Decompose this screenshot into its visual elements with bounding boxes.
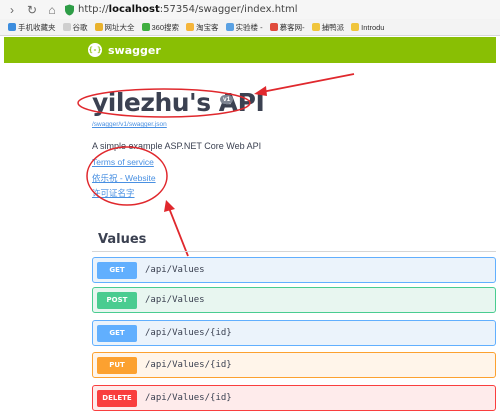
- page-title: yilezhu's API: [92, 88, 265, 117]
- operation-get-row[interactable]: GET/api/Values/{id}: [92, 320, 496, 346]
- swagger-topbar: {-} swagger: [4, 37, 496, 63]
- forward-icon[interactable]: ›: [4, 2, 20, 18]
- method-badge: DELETE: [97, 389, 137, 407]
- bookmark-icon: [8, 23, 16, 31]
- url-text: http://localhost:57354/swagger/index.htm…: [78, 4, 297, 15]
- operation-put-row[interactable]: PUT/api/Values/{id}: [92, 352, 496, 378]
- bookmark-item[interactable]: Introdu: [351, 23, 384, 32]
- home-icon[interactable]: ⌂: [44, 2, 60, 18]
- operation-path: /api/Values: [145, 265, 205, 275]
- reload-icon[interactable]: ↻: [24, 2, 40, 18]
- url-rest: :57354/swagger/index.html: [159, 4, 298, 15]
- bookmark-item[interactable]: 淘宝客: [186, 22, 219, 33]
- bookmark-item[interactable]: 捕鸭派: [311, 22, 345, 33]
- url-host: localhost: [108, 4, 160, 15]
- tag-section-title[interactable]: Values: [98, 232, 146, 247]
- api-description: A simple example ASP.NET Core Web API: [92, 141, 262, 151]
- swagger-logo-icon: {-}: [88, 43, 102, 57]
- bookmark-icon: [311, 23, 320, 31]
- bookmark-label: 实验楼 -: [235, 22, 263, 32]
- bookmark-icon: [141, 23, 150, 31]
- bookmark-item[interactable]: 慕客网-: [269, 22, 305, 33]
- operation-path: /api/Values/{id}: [145, 393, 232, 403]
- operation-post-row[interactable]: POST/api/Values: [92, 287, 496, 313]
- bookmark-icon: [269, 23, 278, 31]
- bookmark-icon: [94, 23, 103, 31]
- bookmark-item[interactable]: 实验楼 -: [225, 22, 263, 33]
- terms-of-service-link[interactable]: Terms of service: [92, 157, 154, 167]
- license-link[interactable]: 许可证名字: [92, 187, 135, 199]
- bookmark-item[interactable]: 手机收藏夹: [8, 22, 56, 33]
- version-badge: v1: [220, 95, 234, 104]
- bookmark-label: 手机收藏夹: [18, 22, 56, 32]
- bookmark-icon: [186, 23, 195, 31]
- bookmark-label: 360搜索: [151, 22, 180, 32]
- section-divider: [92, 251, 496, 252]
- title-annotation-arrow: [261, 73, 355, 93]
- address-bar[interactable]: http://localhost:57354/swagger/index.htm…: [64, 1, 297, 18]
- method-badge: GET: [97, 261, 137, 279]
- spec-url-link[interactable]: /swagger/v1/swagger.json: [92, 121, 167, 128]
- operation-path: /api/Values/{id}: [145, 360, 232, 370]
- bookmark-label: 淘宝客: [196, 22, 219, 32]
- links-arrowhead: [164, 200, 175, 212]
- bookmark-label: 谷歌: [72, 22, 88, 32]
- operation-delete-row[interactable]: DELETE/api/Values/{id}: [92, 385, 496, 411]
- operation-path: /api/Values/{id}: [145, 328, 232, 338]
- bookmark-label: 捕鸭派: [321, 22, 345, 32]
- swagger-brand[interactable]: swagger: [108, 44, 161, 57]
- operation-get-row[interactable]: GET/api/Values: [92, 257, 496, 283]
- browser-toolbar: › ↻ ⌂ http://localhost:57354/swagger/ind…: [0, 0, 500, 19]
- bookmark-label: 网址大全: [104, 22, 135, 32]
- bookmark-label: Introdu: [361, 22, 385, 32]
- bookmark-icon: [351, 23, 360, 31]
- bookmark-icon: [62, 23, 71, 31]
- bookmark-label: 慕客网-: [279, 22, 305, 32]
- method-badge: GET: [97, 324, 137, 342]
- bookmark-icon: [225, 23, 234, 31]
- shield-icon: [65, 4, 74, 15]
- url-prefix: http://: [78, 4, 109, 15]
- method-badge: PUT: [97, 356, 137, 374]
- links-annotation-arrow: [168, 207, 189, 257]
- bookmark-item[interactable]: 网址大全: [94, 22, 135, 33]
- contact-website-link[interactable]: 依乐祝 - Website: [92, 172, 156, 184]
- bookmark-item[interactable]: 谷歌: [62, 22, 88, 33]
- method-badge: POST: [97, 291, 137, 309]
- bookmark-item[interactable]: 360搜索: [141, 22, 180, 33]
- operation-path: /api/Values: [145, 295, 205, 305]
- bookmarks-bar: 手机收藏夹 谷歌 网址大全 360搜索 淘宝客 实验楼 - 慕客网- 捕鸭派 Introdu: [0, 19, 500, 36]
